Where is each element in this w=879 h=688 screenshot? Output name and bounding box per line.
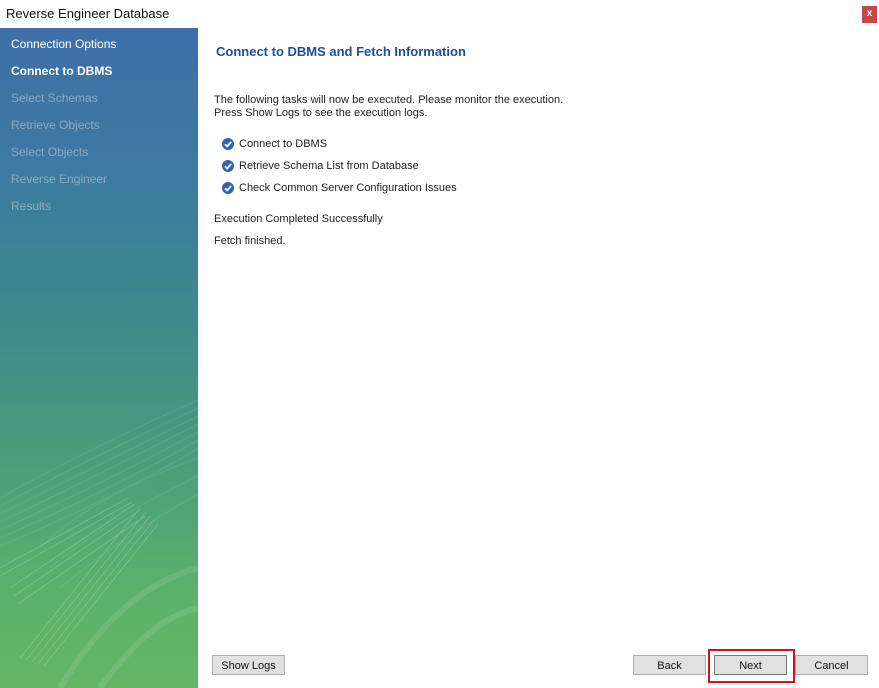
task-item: Check Common Server Configuration Issues (222, 180, 457, 196)
check-circle-icon (222, 138, 234, 150)
fetch-status: Fetch finished. (214, 235, 286, 247)
close-button[interactable]: x (862, 6, 877, 23)
task-label: Check Common Server Configuration Issues (239, 182, 457, 194)
task-item: Retrieve Schema List from Database (222, 158, 419, 174)
back-button[interactable]: Back (633, 655, 706, 675)
step-reverse-engineer: Reverse Engineer (11, 172, 108, 186)
execution-status: Execution Completed Successfully (214, 213, 383, 225)
step-select-schemas: Select Schemas (11, 91, 98, 105)
intro-text: The following tasks will now be executed… (214, 94, 563, 120)
step-select-objects: Select Objects (11, 145, 89, 159)
next-button[interactable]: Next (714, 655, 787, 675)
check-circle-icon (222, 182, 234, 194)
check-circle-icon (222, 160, 234, 172)
step-retrieve-objects: Retrieve Objects (11, 118, 100, 132)
step-connection-options: Connection Options (11, 37, 117, 51)
intro-line-2: Press Show Logs to see the execution log… (214, 107, 428, 119)
window-title: Reverse Engineer Database (6, 6, 170, 21)
intro-line-1: The following tasks will now be executed… (214, 94, 564, 106)
cancel-button[interactable]: Cancel (795, 655, 868, 675)
page-title: Connect to DBMS and Fetch Information (216, 44, 466, 59)
task-item: Connect to DBMS (222, 136, 327, 152)
show-logs-button[interactable]: Show Logs (212, 655, 285, 675)
task-label: Retrieve Schema List from Database (239, 160, 419, 172)
task-label: Connect to DBMS (239, 138, 328, 150)
title-bar: Reverse Engineer Database x (0, 0, 879, 28)
step-connect-to-dbms: Connect to DBMS (11, 64, 113, 78)
wizard-sidebar: Connection Options Connect to DBMS Selec… (0, 28, 198, 688)
wizard-content: Connect to DBMS and Fetch Information Th… (198, 28, 879, 688)
step-results: Results (11, 199, 52, 213)
